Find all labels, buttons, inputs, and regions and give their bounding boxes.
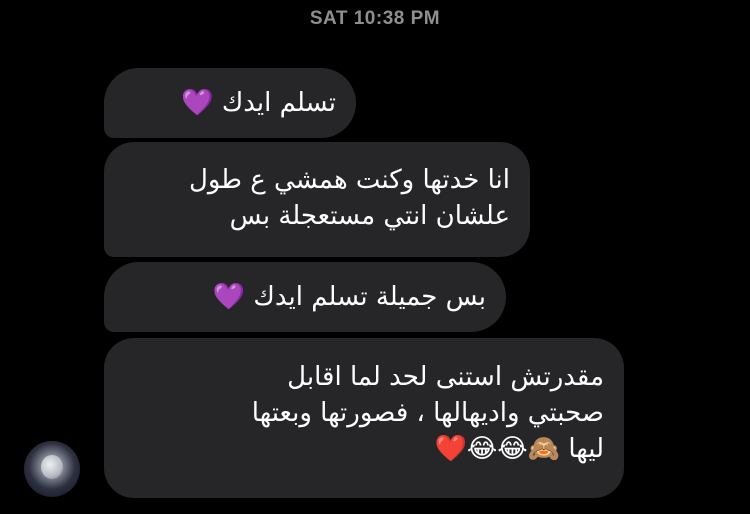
message-text: مقدرتش استنى لحد لما اقابل	[287, 362, 604, 392]
message-text: علشان انتي مستعجلة بس	[229, 201, 510, 231]
message-timestamp: SAT 10:38 PM	[309, 8, 441, 29]
message-bubble[interactable]: بس جميلة تسلم ايدك 💜	[104, 262, 506, 332]
message-text: انا خدتها وكنت همشي ع طول	[188, 165, 510, 195]
message-text: بس جميلة تسلم ايدك 💜	[212, 282, 486, 312]
message-bubble[interactable]: مقدرتش استنى لحد لما اقابل صحبتي واديهال…	[104, 338, 624, 498]
moon-icon	[41, 455, 63, 479]
message-bubble[interactable]: تسلم ايدك 💜	[104, 68, 356, 138]
message-text: ليها 🙈😂😂❤️	[434, 434, 604, 464]
message-text: صحبتي واديهالها ، فصورتها وبعتها	[251, 398, 604, 428]
message-text: تسلم ايدك 💜	[181, 88, 336, 118]
message-bubble[interactable]: انا خدتها وكنت همشي ع طول علشان انتي مست…	[104, 142, 530, 257]
sender-avatar[interactable]	[24, 441, 80, 497]
